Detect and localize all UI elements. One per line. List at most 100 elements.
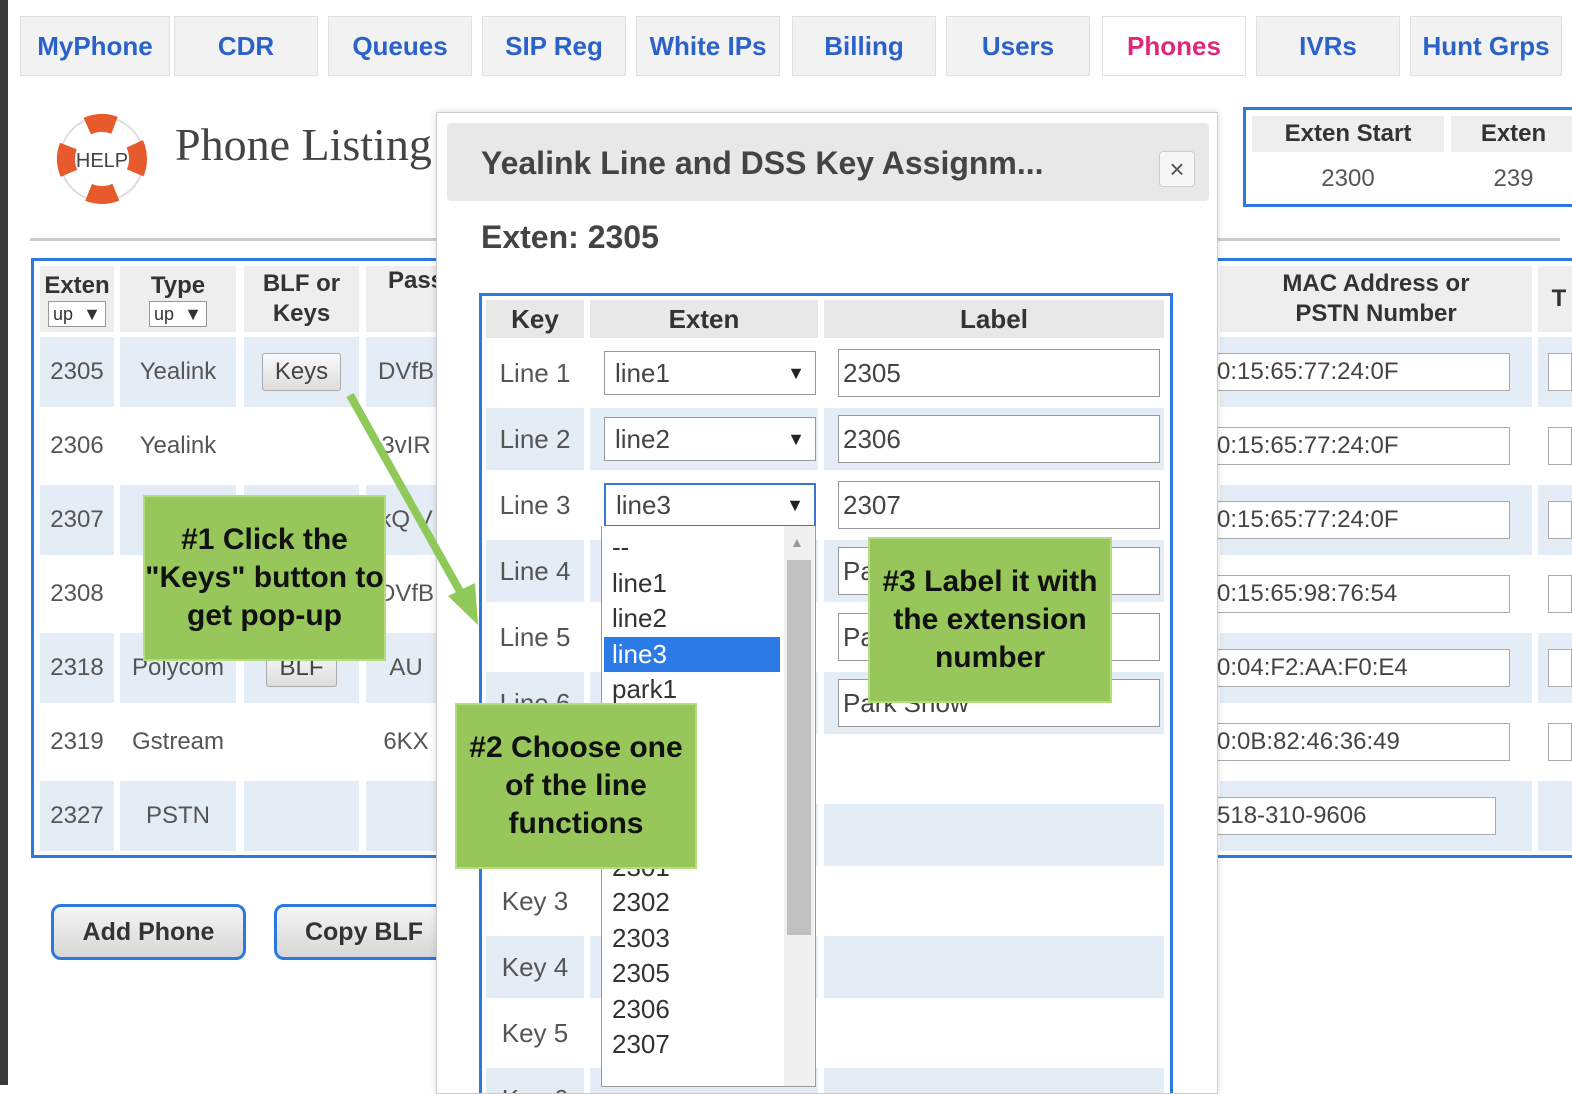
dropdown-option[interactable]: 2305 (604, 956, 780, 991)
key-row: Line 2 line2 ▼ 2306 (486, 408, 1168, 470)
key-name: Line 2 (486, 408, 584, 470)
page-title: Phone Listing (175, 119, 432, 170)
row-select[interactable] (1548, 575, 1572, 613)
key-name: Line 1 (499, 357, 571, 388)
tab-hunt-grps[interactable]: Hunt Grps (1410, 16, 1562, 76)
tab-users[interactable]: Users (946, 16, 1090, 76)
label-cell (824, 936, 1164, 998)
col-mac-label-2: PSTN Number (1295, 300, 1457, 327)
dialog-exten-label: Exten: 2305 (481, 219, 659, 255)
top-nav: MyPhone CDR Queues SIP Reg White IPs Bil… (12, 10, 1572, 78)
row-select[interactable] (1548, 501, 1572, 539)
blf-cell: Keys (244, 337, 359, 407)
col-last: T (1538, 266, 1572, 332)
pass-cell: 6KX (366, 707, 446, 777)
dropdown-arrow-icon: ▼ (787, 362, 805, 383)
dropdown-option[interactable]: 2307 (604, 1027, 780, 1062)
exten-cell: 2307 (40, 485, 114, 555)
dropdown-option[interactable]: -- (604, 530, 780, 565)
key-row: Key 6 (486, 1068, 1168, 1093)
dropdown-option[interactable]: line3 (604, 636, 780, 672)
col-exten[interactable]: Exten up ▼ (40, 266, 114, 332)
blf-cell (244, 707, 359, 777)
exten-select[interactable]: line2 ▼ (604, 417, 816, 461)
label-cell (824, 804, 1164, 866)
key-row: Key 3 (486, 870, 1168, 932)
type-sort-select[interactable]: up ▼ (149, 301, 207, 327)
label-input[interactable]: 2305 (838, 349, 1160, 397)
col-type-label: Type (150, 272, 206, 299)
key-name: Line 4 (486, 540, 584, 602)
key-row: Line 1 line1 ▼ 2305 (486, 342, 1168, 404)
window-left-edge (0, 0, 8, 1085)
last-cell (1538, 781, 1572, 851)
dropdown-arrow-icon: ▼ (787, 428, 805, 449)
scroll-thumb[interactable] (787, 560, 811, 935)
mac-input[interactable]: 0:0B:82:46:36:49 (1214, 723, 1510, 761)
exten-cell: 2305 (40, 337, 114, 407)
dropdown-option[interactable]: 2306 (604, 992, 780, 1027)
tab-ivrs[interactable]: IVRs (1256, 16, 1400, 76)
key-name: Key 6 (486, 1068, 584, 1093)
tab-myphone[interactable]: MyPhone (20, 16, 170, 76)
mac-input[interactable]: 518-310-9606 (1214, 797, 1496, 835)
keys-button[interactable]: Keys (261, 353, 342, 391)
row-select[interactable] (1548, 649, 1572, 687)
pass-cell (366, 781, 446, 851)
add-phone-button[interactable]: Add Phone (51, 904, 246, 960)
dialog-title: Yealink Line and DSS Key Assignm... (481, 145, 1044, 181)
key-name: Line 3 (499, 489, 571, 520)
dropdown-option[interactable]: 2302 (604, 885, 780, 920)
key-name: Key 3 (501, 885, 569, 916)
exten-sort-select[interactable]: up ▼ (48, 301, 106, 327)
key-row: Key 5 (486, 1002, 1168, 1064)
exten-end-header: Exten (1451, 116, 1572, 152)
exten-end-value[interactable]: 239 (1451, 158, 1572, 200)
mac-input[interactable]: 0:15:65:98:76:54 (1214, 575, 1510, 613)
tab-cdr[interactable]: CDR (174, 16, 318, 76)
key-row: Key 4 (486, 936, 1168, 998)
exten-select[interactable]: line3 ▼ (604, 483, 816, 527)
dropdown-option[interactable]: line1 (604, 566, 780, 601)
mac-input[interactable]: 0:15:65:77:24:0F (1214, 501, 1510, 539)
dropdown-option[interactable]: line2 (604, 601, 780, 636)
type-cell: Gstream (120, 707, 236, 777)
row-select[interactable] (1548, 353, 1572, 391)
tab-queues[interactable]: Queues (328, 16, 472, 76)
copy-blf-button[interactable]: Copy BLF (274, 904, 454, 960)
exten-start-value[interactable]: 2300 (1252, 158, 1444, 200)
exten-select[interactable]: line1 ▼ (604, 351, 816, 395)
dropdown-option[interactable]: 2303 (604, 921, 780, 956)
row-select[interactable] (1548, 427, 1572, 465)
callout-3: #3 Label it with the extension number (868, 537, 1112, 703)
dropdown-arrow-icon: ▼ (184, 304, 202, 324)
blf-cell (244, 411, 359, 481)
dropdown-scrollbar[interactable]: ▲ (784, 526, 814, 1086)
col-blf-label: BLF or (262, 270, 341, 297)
dropdown-option[interactable]: park1 (604, 672, 780, 707)
dropdown-arrow-icon: ▼ (786, 494, 804, 515)
label-input[interactable]: 2307 (838, 481, 1160, 529)
col-label: Label (824, 300, 1164, 338)
mac-input[interactable]: 0:04:F2:AA:F0:E4 (1214, 649, 1510, 687)
row-select[interactable] (1548, 723, 1572, 761)
label-input[interactable]: 2306 (838, 415, 1160, 463)
col-type[interactable]: Type up ▼ (120, 266, 236, 332)
type-sort-value: up (154, 304, 175, 324)
tab-billing[interactable]: Billing (792, 16, 936, 76)
type-cell: Yealink (120, 411, 236, 481)
mac-input[interactable]: 0:15:65:77:24:0F (1214, 353, 1510, 391)
scroll-up-icon[interactable]: ▲ (790, 534, 804, 550)
tab-phones[interactable]: Phones (1102, 16, 1246, 76)
mac-input[interactable]: 0:15:65:77:24:0F (1214, 427, 1510, 465)
close-icon[interactable]: × (1159, 151, 1195, 187)
col-mac-label: MAC Address or (1282, 270, 1470, 297)
key-row: Line 3 line3 ▼ 2307 (486, 474, 1168, 536)
tab-sip-reg[interactable]: SIP Reg (482, 16, 626, 76)
col-mac: MAC Address or PSTN Number (1220, 266, 1532, 332)
help-lifebuoy-icon[interactable]: HELP (55, 112, 150, 207)
pass-cell: DVfB (366, 337, 446, 407)
svg-text:HELP: HELP (76, 150, 128, 172)
tab-white-ips[interactable]: White IPs (636, 16, 780, 76)
blf-cell (244, 781, 359, 851)
